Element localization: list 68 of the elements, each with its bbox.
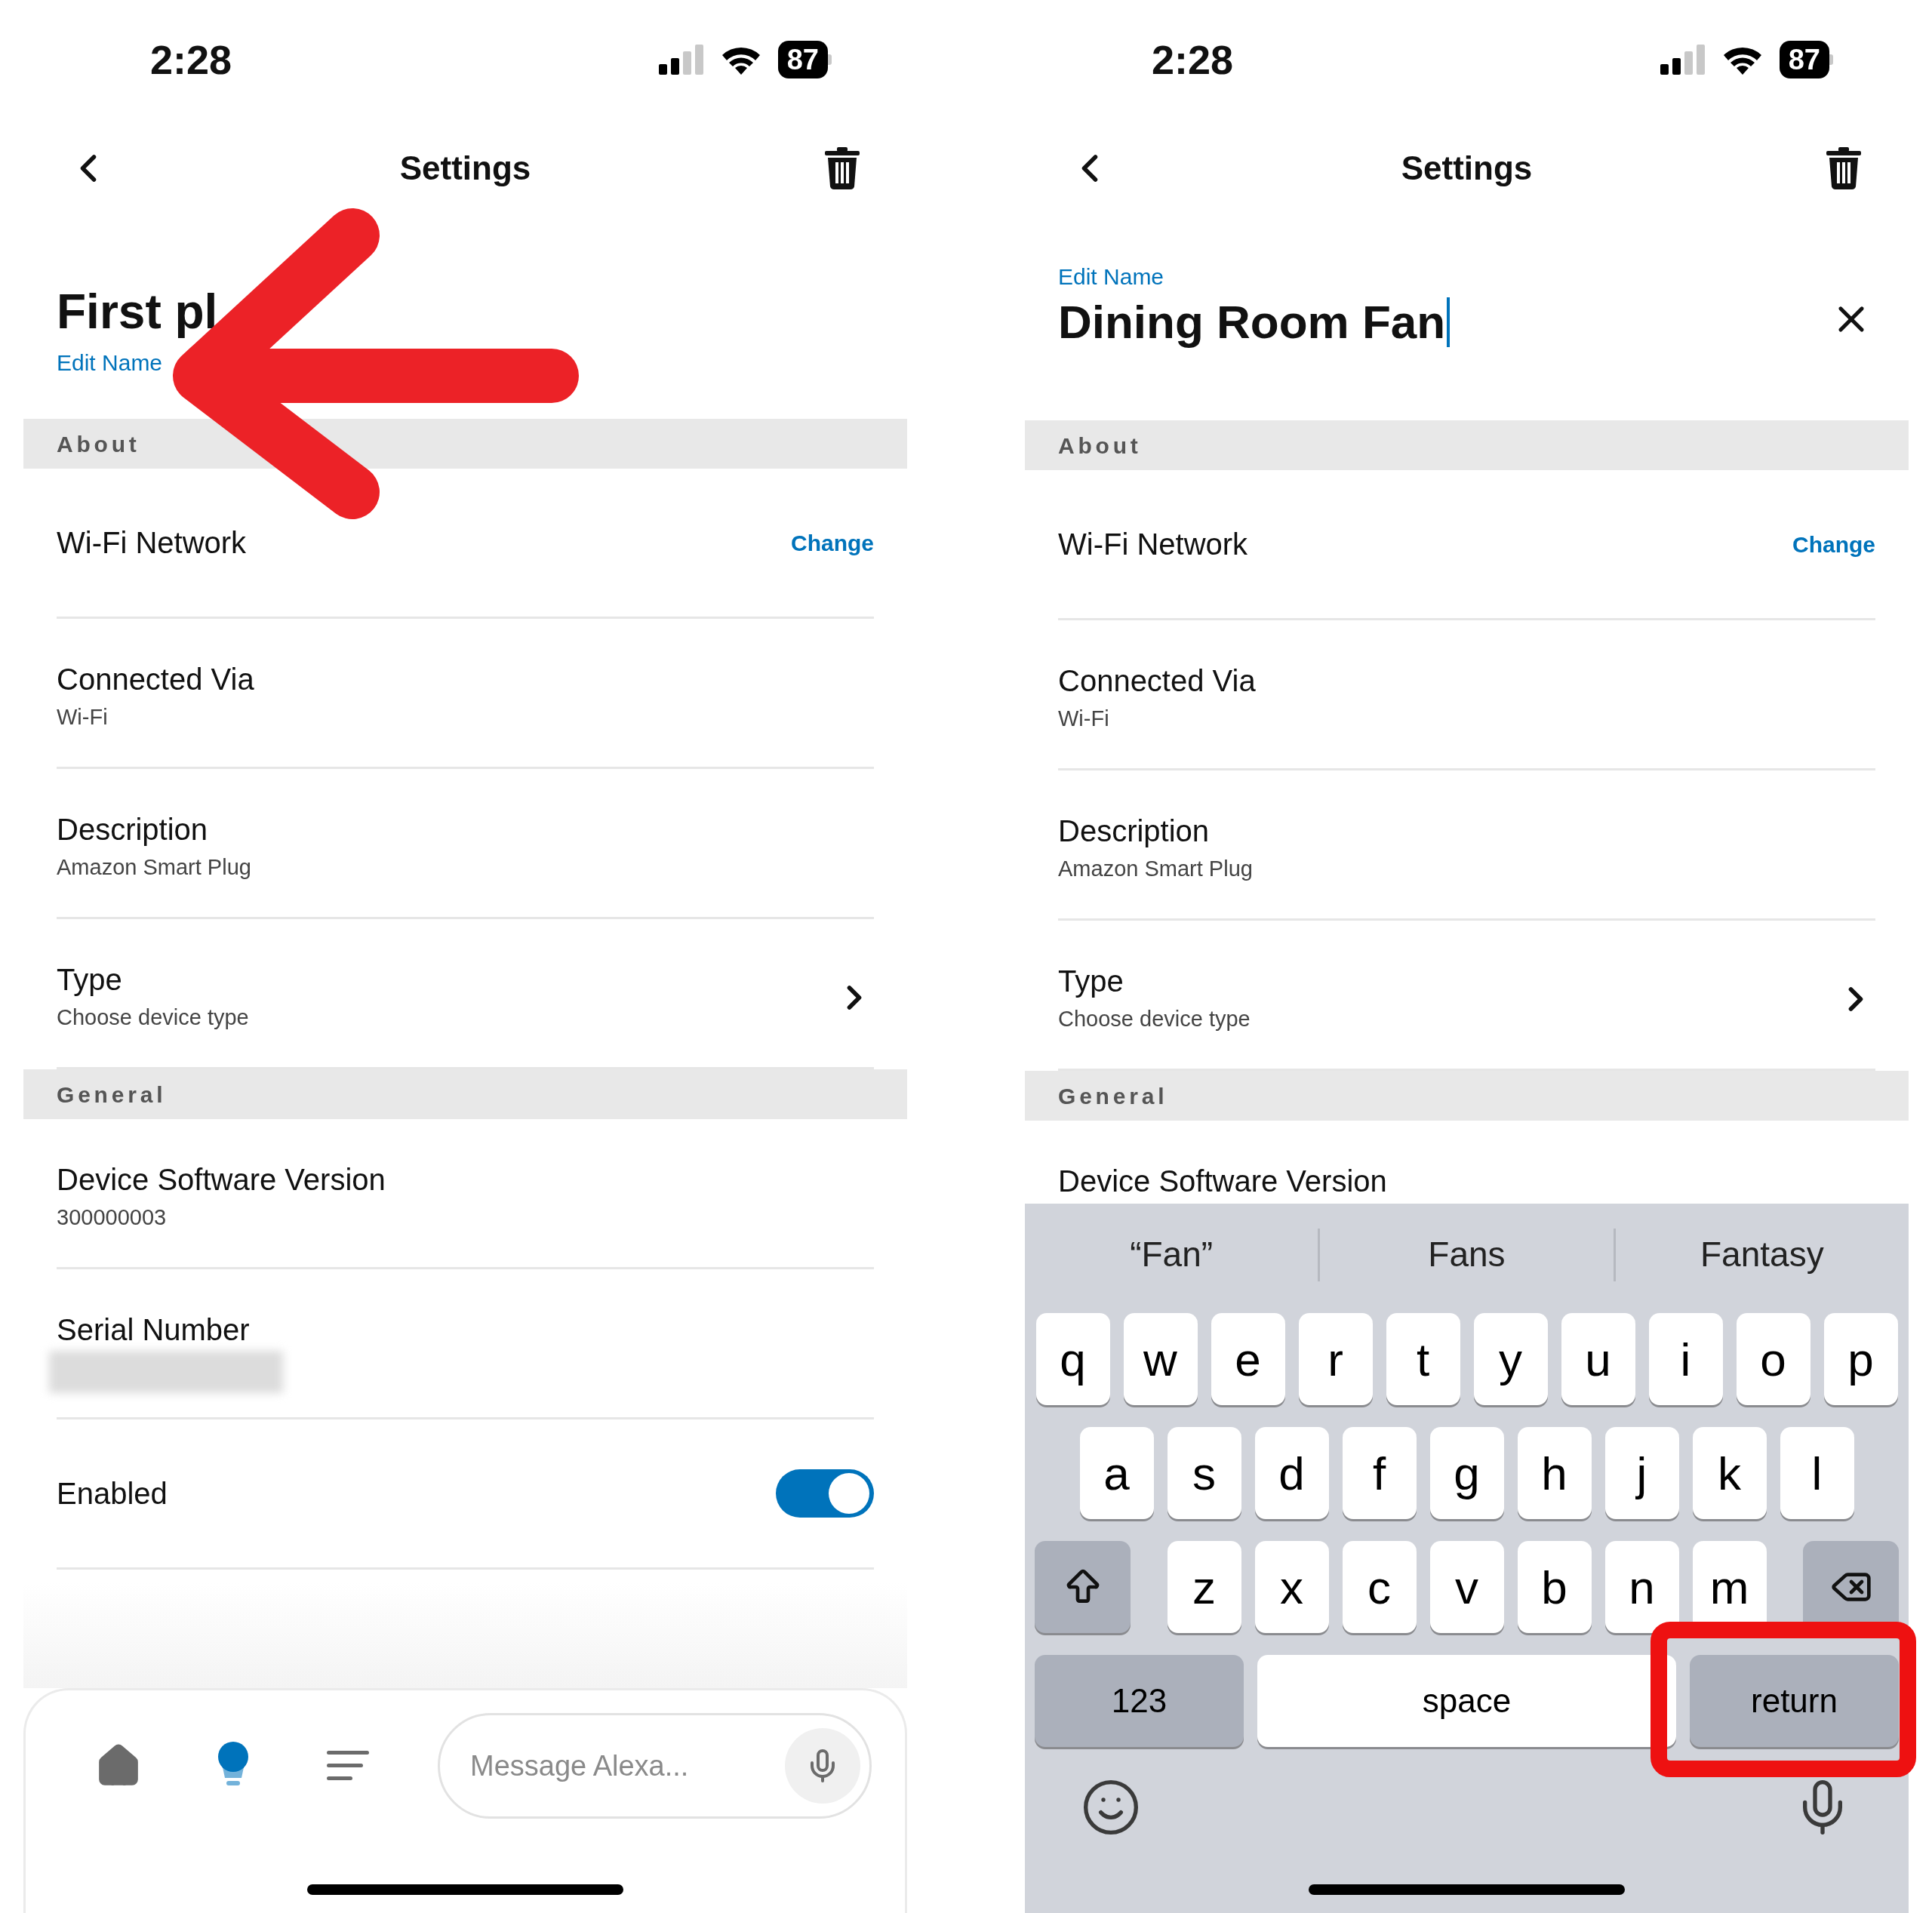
change-link[interactable]: Change xyxy=(1792,527,1875,561)
row-label: Description xyxy=(1058,813,1211,849)
letter-key[interactable]: x xyxy=(1254,1541,1329,1633)
change-link[interactable]: Change xyxy=(791,525,874,560)
row-label: Connected Via xyxy=(1058,663,1256,699)
letter-key[interactable]: i xyxy=(1648,1313,1723,1405)
row-label: Type xyxy=(57,962,123,998)
row-label: Wi-Fi Network xyxy=(57,525,247,561)
letter-key[interactable]: b xyxy=(1517,1541,1592,1633)
name-input[interactable]: Dining Room Fan xyxy=(1058,292,1451,352)
suggestion[interactable]: Fantasy xyxy=(1615,1229,1909,1281)
signal-icon xyxy=(658,45,704,75)
section-header: About xyxy=(23,419,907,469)
row-label: Connected Via xyxy=(57,662,254,697)
suggestion[interactable]: Fans xyxy=(1320,1229,1614,1281)
letter-key[interactable]: d xyxy=(1254,1427,1329,1519)
letter-key[interactable]: t xyxy=(1386,1313,1460,1405)
row-value: 300000003 xyxy=(57,1204,168,1231)
row-value: Amazon Smart Plug xyxy=(1058,856,1253,882)
suggestion[interactable]: “Fan” xyxy=(1025,1229,1318,1281)
row-value: Choose device type xyxy=(57,1004,249,1031)
device-name: First pl xyxy=(57,284,218,340)
row-label: Device Software Version xyxy=(57,1162,386,1198)
letter-key[interactable]: p xyxy=(1823,1313,1898,1405)
letter-key[interactable]: e xyxy=(1211,1313,1285,1405)
page-title: Settings xyxy=(1401,148,1533,188)
numbers-key[interactable]: 123 xyxy=(1035,1655,1244,1747)
letter-key[interactable]: a xyxy=(1079,1427,1154,1519)
row-value: Choose device type xyxy=(1058,1006,1251,1032)
letter-key[interactable]: l xyxy=(1780,1427,1854,1519)
field-label: Edit Name xyxy=(1058,263,1164,291)
section-header: General xyxy=(1025,1071,1909,1121)
row-label: Serial Number xyxy=(57,1312,251,1348)
letter-key[interactable]: g xyxy=(1429,1427,1504,1519)
letter-key[interactable]: c xyxy=(1342,1541,1417,1633)
return-key[interactable]: return xyxy=(1690,1655,1899,1747)
row-label: Description xyxy=(57,812,209,847)
row-label: Type xyxy=(1058,964,1124,999)
letter-key[interactable]: u xyxy=(1561,1313,1635,1405)
section-header: About xyxy=(1025,420,1909,470)
row-label: Enabled xyxy=(57,1476,168,1512)
row-label: Wi-Fi Network xyxy=(1058,527,1248,562)
row-value: Wi-Fi xyxy=(1058,706,1110,732)
letter-key[interactable]: s xyxy=(1167,1427,1241,1519)
shift-key[interactable] xyxy=(1035,1541,1131,1633)
status-time: 2:28 xyxy=(1152,39,1234,80)
letter-key[interactable]: v xyxy=(1429,1541,1504,1633)
space-key[interactable]: space xyxy=(1257,1655,1676,1747)
letter-key[interactable]: y xyxy=(1473,1313,1548,1405)
row-label: Device Software Version xyxy=(1058,1164,1387,1199)
edit-name-link[interactable]: Edit Name xyxy=(57,348,163,378)
letter-key[interactable]: h xyxy=(1517,1427,1592,1519)
letter-key[interactable]: r xyxy=(1298,1313,1373,1405)
letter-key[interactable]: o xyxy=(1736,1313,1810,1405)
letter-key[interactable]: w xyxy=(1123,1313,1198,1405)
signal-icon xyxy=(1660,45,1706,75)
row-value: Amazon Smart Plug xyxy=(57,854,251,881)
page-title: Settings xyxy=(399,148,531,188)
letter-key[interactable]: n xyxy=(1604,1541,1679,1633)
row-value: Wi-Fi xyxy=(57,704,109,730)
status-time: 2:28 xyxy=(150,39,232,80)
letter-key[interactable]: f xyxy=(1342,1427,1417,1519)
section-header: General xyxy=(23,1069,907,1119)
mic-button[interactable] xyxy=(785,1728,860,1804)
letter-key[interactable]: q xyxy=(1035,1313,1110,1405)
letter-key[interactable]: k xyxy=(1692,1427,1767,1519)
letter-key[interactable]: j xyxy=(1604,1427,1679,1519)
letter-key[interactable]: z xyxy=(1167,1541,1241,1633)
